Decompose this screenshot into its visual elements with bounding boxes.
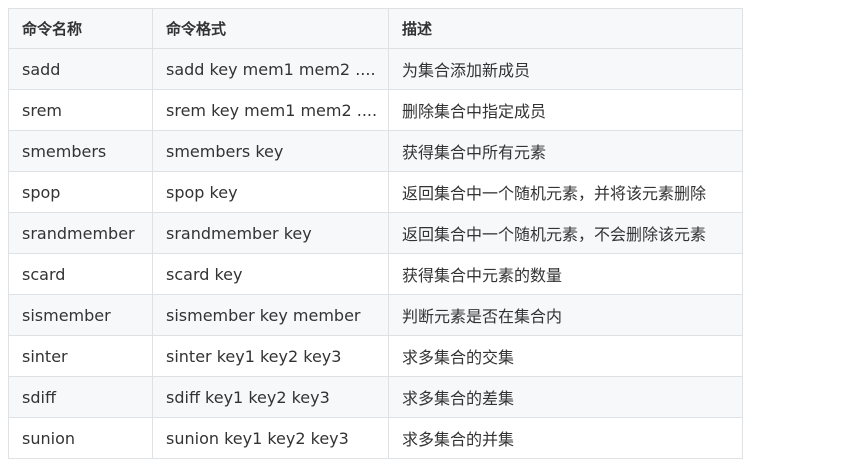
cell-command-format: spop key (152, 171, 389, 213)
cell-description: 判断元素是否在集合内 (388, 294, 743, 336)
cell-command-name: sdiff (8, 376, 153, 418)
header-description: 描述 (388, 8, 743, 49)
cell-command-format: srandmember key (152, 212, 389, 254)
table-row: scard scard key 获得集合中元素的数量 (8, 253, 743, 295)
cell-command-name: spop (8, 171, 153, 213)
table-body: sadd sadd key mem1 mem2 .... 为集合添加新成员 sr… (8, 48, 743, 459)
command-table-container: 命令名称 命令格式 描述 sadd sadd key mem1 mem2 ...… (8, 8, 743, 459)
cell-command-name: sinter (8, 335, 153, 377)
cell-command-format: sadd key mem1 mem2 .... (152, 48, 389, 90)
table-row: srandmember srandmember key 返回集合中一个随机元素，… (8, 212, 743, 254)
cell-command-format: sismember key member (152, 294, 389, 336)
header-command-format: 命令格式 (152, 8, 389, 49)
cell-command-format: smembers key (152, 130, 389, 172)
cell-description: 删除集合中指定成员 (388, 89, 743, 131)
cell-command-name: sadd (8, 48, 153, 90)
cell-command-format: sinter key1 key2 key3 (152, 335, 389, 377)
cell-command-format: srem key mem1 mem2 .... (152, 89, 389, 131)
cell-description: 获得集合中所有元素 (388, 130, 743, 172)
header-command-name: 命令名称 (8, 8, 153, 49)
table-row: spop spop key 返回集合中一个随机元素，并将该元素删除 (8, 171, 743, 213)
cell-command-format: sdiff key1 key2 key3 (152, 376, 389, 418)
table-header: 命令名称 命令格式 描述 (8, 8, 743, 49)
cell-command-name: srem (8, 89, 153, 131)
cell-description: 返回集合中一个随机元素，并将该元素删除 (388, 171, 743, 213)
table-row: smembers smembers key 获得集合中所有元素 (8, 130, 743, 172)
cell-command-name: scard (8, 253, 153, 295)
cell-description: 求多集合的交集 (388, 335, 743, 377)
table-row: sadd sadd key mem1 mem2 .... 为集合添加新成员 (8, 48, 743, 90)
table-row: sdiff sdiff key1 key2 key3 求多集合的差集 (8, 376, 743, 418)
table-row: sismember sismember key member 判断元素是否在集合… (8, 294, 743, 336)
header-row: 命令名称 命令格式 描述 (8, 8, 743, 49)
cell-command-name: sunion (8, 417, 153, 459)
table-row: sinter sinter key1 key2 key3 求多集合的交集 (8, 335, 743, 377)
table-row: srem srem key mem1 mem2 .... 删除集合中指定成员 (8, 89, 743, 131)
cell-description: 返回集合中一个随机元素，不会删除该元素 (388, 212, 743, 254)
cell-command-name: srandmember (8, 212, 153, 254)
table-row: sunion sunion key1 key2 key3 求多集合的并集 (8, 417, 743, 459)
cell-description: 获得集合中元素的数量 (388, 253, 743, 295)
cell-command-name: smembers (8, 130, 153, 172)
cell-command-format: scard key (152, 253, 389, 295)
cell-command-name: sismember (8, 294, 153, 336)
cell-description: 求多集合的差集 (388, 376, 743, 418)
cell-description: 为集合添加新成员 (388, 48, 743, 90)
cell-description: 求多集合的并集 (388, 417, 743, 459)
cell-command-format: sunion key1 key2 key3 (152, 417, 389, 459)
redis-set-commands-table: 命令名称 命令格式 描述 sadd sadd key mem1 mem2 ...… (8, 8, 743, 459)
